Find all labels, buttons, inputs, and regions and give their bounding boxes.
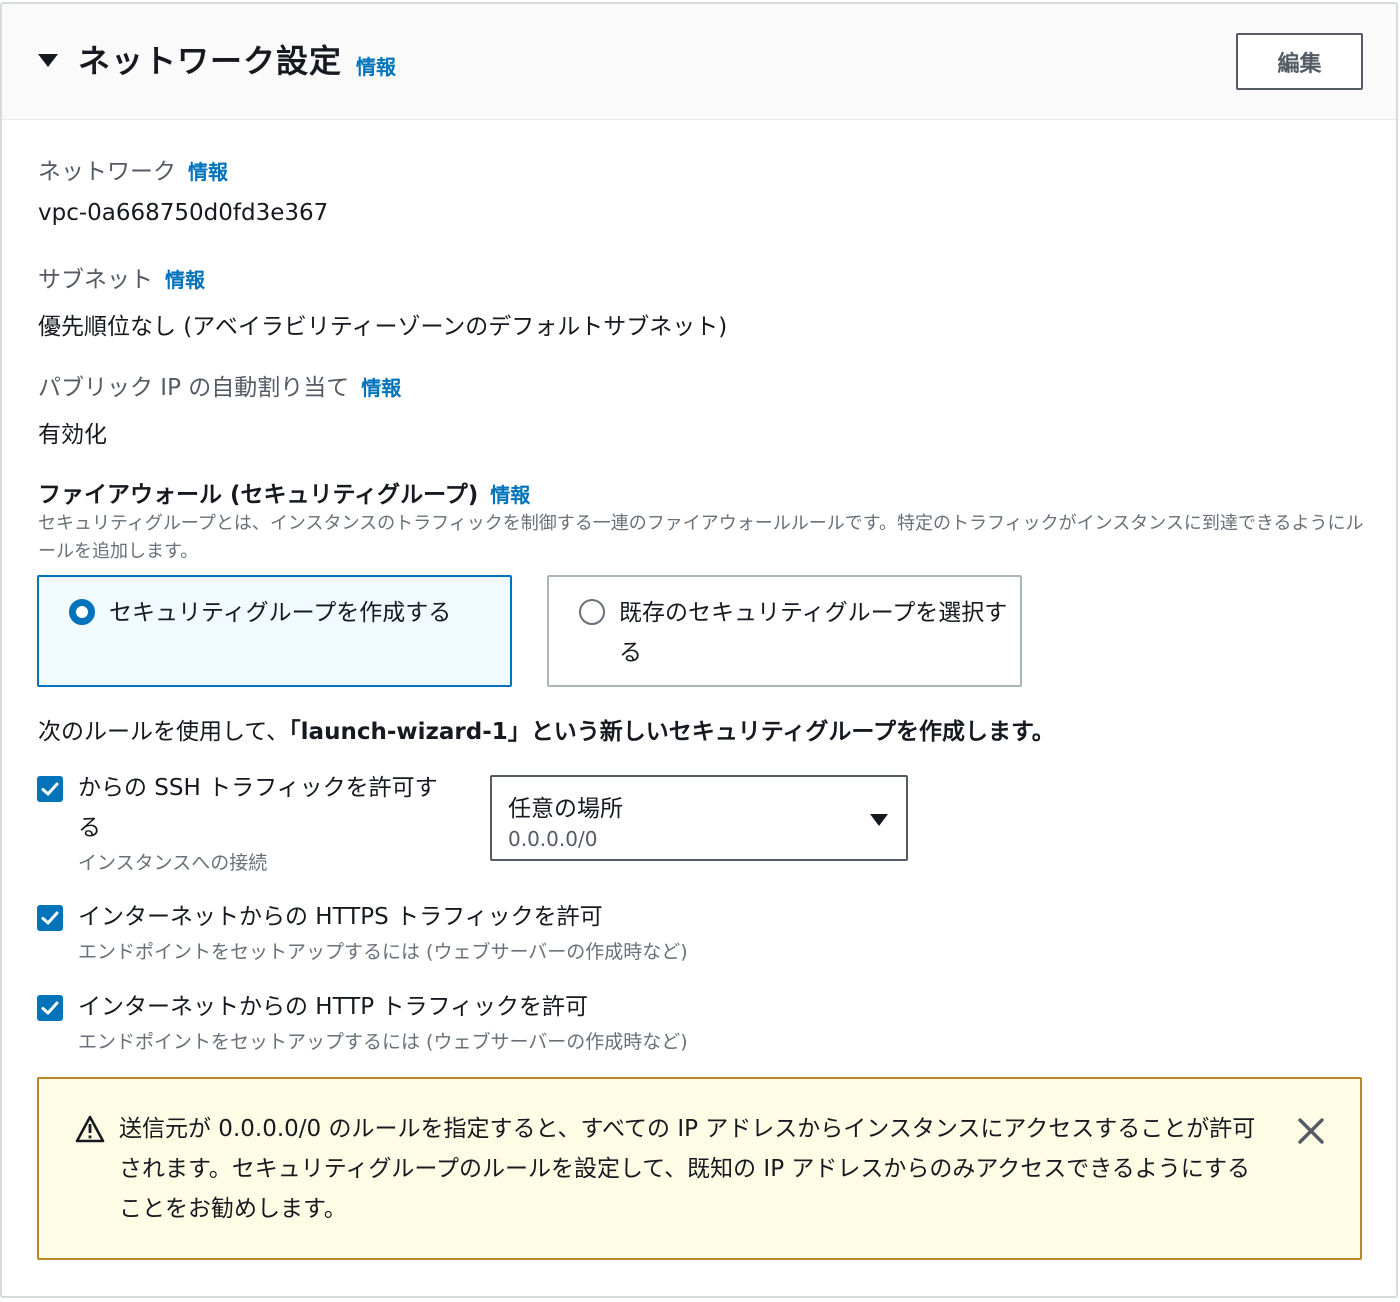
ssh-source-cidr: 0.0.0.0/0 xyxy=(508,827,598,851)
statement-prefix: 次のルールを使用して、 xyxy=(38,719,290,745)
header-info-link[interactable]: 情報 xyxy=(356,51,396,80)
warning-alert: 送信元が 0.0.0.0/0 のルールを指定すると、すべての IP アドレスから… xyxy=(37,1077,1362,1260)
subnet-label-row: サブネット 情報 xyxy=(38,260,205,294)
firewall-title: ファイアウォール (セキュリティグループ) xyxy=(38,482,479,508)
subnet-value: 優先順位なし (アベイラビリティーゾーンのデフォルトサブネット) xyxy=(38,314,728,340)
caret-down-icon xyxy=(870,814,888,826)
ssh-checkbox[interactable] xyxy=(37,776,63,802)
http-rule-sub: エンドポイントをセットアップするには (ウェブサーバーの作成時など) xyxy=(78,1031,688,1053)
edit-button[interactable]: 編集 xyxy=(1236,33,1363,90)
create-security-group-radio[interactable] xyxy=(69,599,95,625)
warning-triangle-icon xyxy=(75,1115,105,1143)
firewall-description: セキュリティグループとは、インスタンスのトラフィックを制御する一連のファイアウォ… xyxy=(38,513,1364,562)
subnet-label: サブネット xyxy=(38,267,153,293)
caret-down-icon[interactable] xyxy=(38,54,58,67)
statement-suffix: という新しいセキュリティグループを作成します。 xyxy=(530,719,1055,745)
panel-title: ネットワーク設定 xyxy=(78,42,343,80)
http-checkbox[interactable] xyxy=(37,995,63,1021)
ssh-rule-label[interactable]: からの SSH トラフィックを許可する xyxy=(78,768,458,848)
statement-group-name: 「launch-wizard-1」 xyxy=(289,719,531,745)
create-security-group-label: セキュリティグループを作成する xyxy=(109,600,452,626)
ssh-source-select[interactable]: 任意の場所 0.0.0.0/0 xyxy=(490,775,908,861)
public-ip-label-row: パブリック IP の自動割り当て 情報 xyxy=(38,368,401,402)
network-info-link[interactable]: 情報 xyxy=(188,160,228,184)
select-existing-security-group-radio[interactable] xyxy=(579,599,605,625)
public-ip-label: パブリック IP の自動割り当て xyxy=(38,375,350,401)
security-group-statement: 次のルールを使用して、「launch-wizard-1」という新しいセキュリティ… xyxy=(38,712,1055,746)
https-checkbox[interactable] xyxy=(37,905,63,931)
network-label-row: ネットワーク 情報 xyxy=(38,152,228,186)
check-icon xyxy=(41,1001,59,1015)
ssh-rule-sub: インスタンスへの接続 xyxy=(78,852,268,874)
create-security-group-tile[interactable]: セキュリティグループを作成する xyxy=(37,575,512,687)
firewall-title-row: ファイアウォール (セキュリティグループ) 情報 xyxy=(38,475,530,509)
check-icon xyxy=(41,782,59,796)
https-rule-sub: エンドポイントをセットアップするには (ウェブサーバーの作成時など) xyxy=(78,941,688,963)
warning-text: 送信元が 0.0.0.0/0 のルールを指定すると、すべての IP アドレスから… xyxy=(119,1116,1256,1222)
https-rule-label[interactable]: インターネットからの HTTPS トラフィックを許可 xyxy=(78,897,603,937)
subnet-info-link[interactable]: 情報 xyxy=(165,268,205,292)
http-rule-label[interactable]: インターネットからの HTTP トラフィックを許可 xyxy=(78,987,588,1027)
network-label: ネットワーク xyxy=(38,159,176,185)
select-existing-security-group-label: 既存のセキュリティグループを選択する xyxy=(619,600,1008,666)
panel-header[interactable]: ネットワーク設定 情報 編集 xyxy=(2,4,1396,120)
firewall-info-link[interactable]: 情報 xyxy=(490,483,530,507)
check-icon xyxy=(41,911,59,925)
select-existing-security-group-tile[interactable]: 既存のセキュリティグループを選択する xyxy=(547,575,1022,687)
ssh-source-value: 任意の場所 xyxy=(508,796,623,822)
public-ip-info-link[interactable]: 情報 xyxy=(361,376,401,400)
close-icon[interactable] xyxy=(1295,1115,1327,1147)
public-ip-value: 有効化 xyxy=(38,422,107,448)
network-value: vpc-0a668750d0fd3e367 xyxy=(38,200,329,226)
